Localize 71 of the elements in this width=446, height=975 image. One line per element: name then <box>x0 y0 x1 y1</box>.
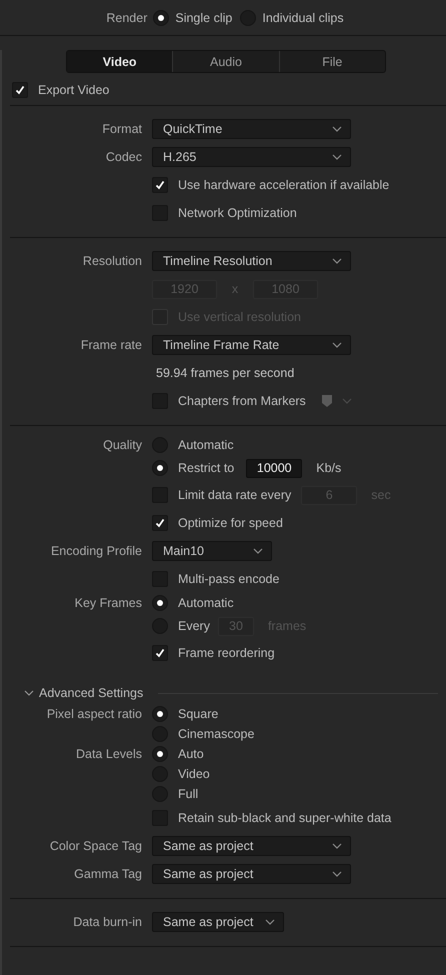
radio-label: Video <box>178 767 210 781</box>
field-label: Encoding Profile <box>50 544 142 558</box>
dropdown[interactable]: H.265 <box>152 147 351 167</box>
checkbox-label: Multi-pass encode <box>178 572 280 586</box>
field-label: Pixel aspect ratio <box>46 707 142 721</box>
radio-button[interactable] <box>152 706 168 722</box>
checkbox-label: Optimize for speed <box>178 516 283 530</box>
radio-label: Every <box>178 619 210 633</box>
tab[interactable]: File <box>280 51 385 72</box>
check-icon <box>154 647 166 659</box>
radio-button[interactable] <box>152 595 168 611</box>
marker-icon[interactable] <box>322 395 332 407</box>
field-label: Color Space Tag <box>50 839 142 853</box>
chevron-down-icon <box>332 342 342 348</box>
checkbox-label: Use hardware acceleration if available <box>178 178 390 192</box>
info-text: 59.94 frames per second <box>155 366 294 380</box>
field-label: Data burn-in <box>73 915 142 929</box>
field-label: Data Levels <box>76 747 142 761</box>
tab[interactable]: Video <box>67 51 174 72</box>
dropdown[interactable]: Same as project <box>152 912 284 932</box>
checkbox-label: Frame reordering <box>178 646 275 660</box>
chevron-down-icon <box>253 548 263 554</box>
checkbox[interactable] <box>12 82 28 98</box>
checkbox[interactable] <box>152 177 168 193</box>
radio-label: Individual clips <box>262 10 344 24</box>
chevron-down-icon <box>332 843 342 849</box>
check-icon <box>154 517 166 529</box>
chevron-down-icon <box>332 126 342 132</box>
dropdown[interactable]: Same as project <box>152 864 351 884</box>
check-icon <box>14 84 26 96</box>
chevron-down-icon <box>332 871 342 877</box>
dropdown[interactable]: QuickTime <box>152 119 351 139</box>
radio-label: Cinemascope <box>178 727 254 741</box>
radio-label: Automatic <box>178 596 234 610</box>
checkbox-label: Retain sub-black and super-white data <box>178 811 392 825</box>
radio-label: Single clip <box>175 10 232 24</box>
checkbox[interactable] <box>152 645 168 661</box>
dropdown[interactable]: Timeline Resolution <box>152 251 351 271</box>
radio-label: Auto <box>178 747 204 761</box>
radio-button[interactable] <box>153 10 170 26</box>
field-label: Format <box>102 122 142 136</box>
render-label: Render <box>106 10 148 24</box>
dropdown[interactable]: Main10 <box>152 541 272 561</box>
chevron-down-icon[interactable] <box>24 689 34 697</box>
radio-button[interactable] <box>152 460 168 476</box>
radio-label: Restrict to <box>178 461 234 475</box>
radio-button[interactable] <box>152 746 168 762</box>
chevron-down-icon <box>332 154 342 160</box>
field-label: Codec <box>106 150 142 164</box>
checkbox-label: Chapters from Markers <box>178 394 306 408</box>
radio-label: Automatic <box>178 438 234 452</box>
checkbox[interactable] <box>152 515 168 531</box>
checkbox-label: Limit data rate every <box>178 488 292 502</box>
field-label: Resolution <box>82 254 142 268</box>
dropdown[interactable]: Same as project <box>152 836 351 856</box>
field-label: Quality <box>103 438 142 452</box>
dropdown[interactable]: Timeline Frame Rate <box>152 335 351 355</box>
check-icon <box>154 179 166 191</box>
radio-label: Full <box>178 787 198 801</box>
field-label: Frame rate <box>80 338 142 352</box>
checkbox-label: Export Video <box>38 83 110 97</box>
tab[interactable]: Audio <box>173 51 280 72</box>
chevron-down-icon <box>265 919 276 925</box>
unit-label: Kb/s <box>316 461 342 475</box>
number-field[interactable]: 10000 <box>246 458 302 478</box>
field-label: Gamma Tag <box>74 867 142 881</box>
section-header[interactable]: Advanced Settings <box>39 686 144 700</box>
radio-label: Square <box>178 707 218 721</box>
checkbox-label: Network Optimization <box>178 206 297 220</box>
chevron-down-icon <box>332 258 342 264</box>
field-label: Key Frames <box>74 596 142 610</box>
